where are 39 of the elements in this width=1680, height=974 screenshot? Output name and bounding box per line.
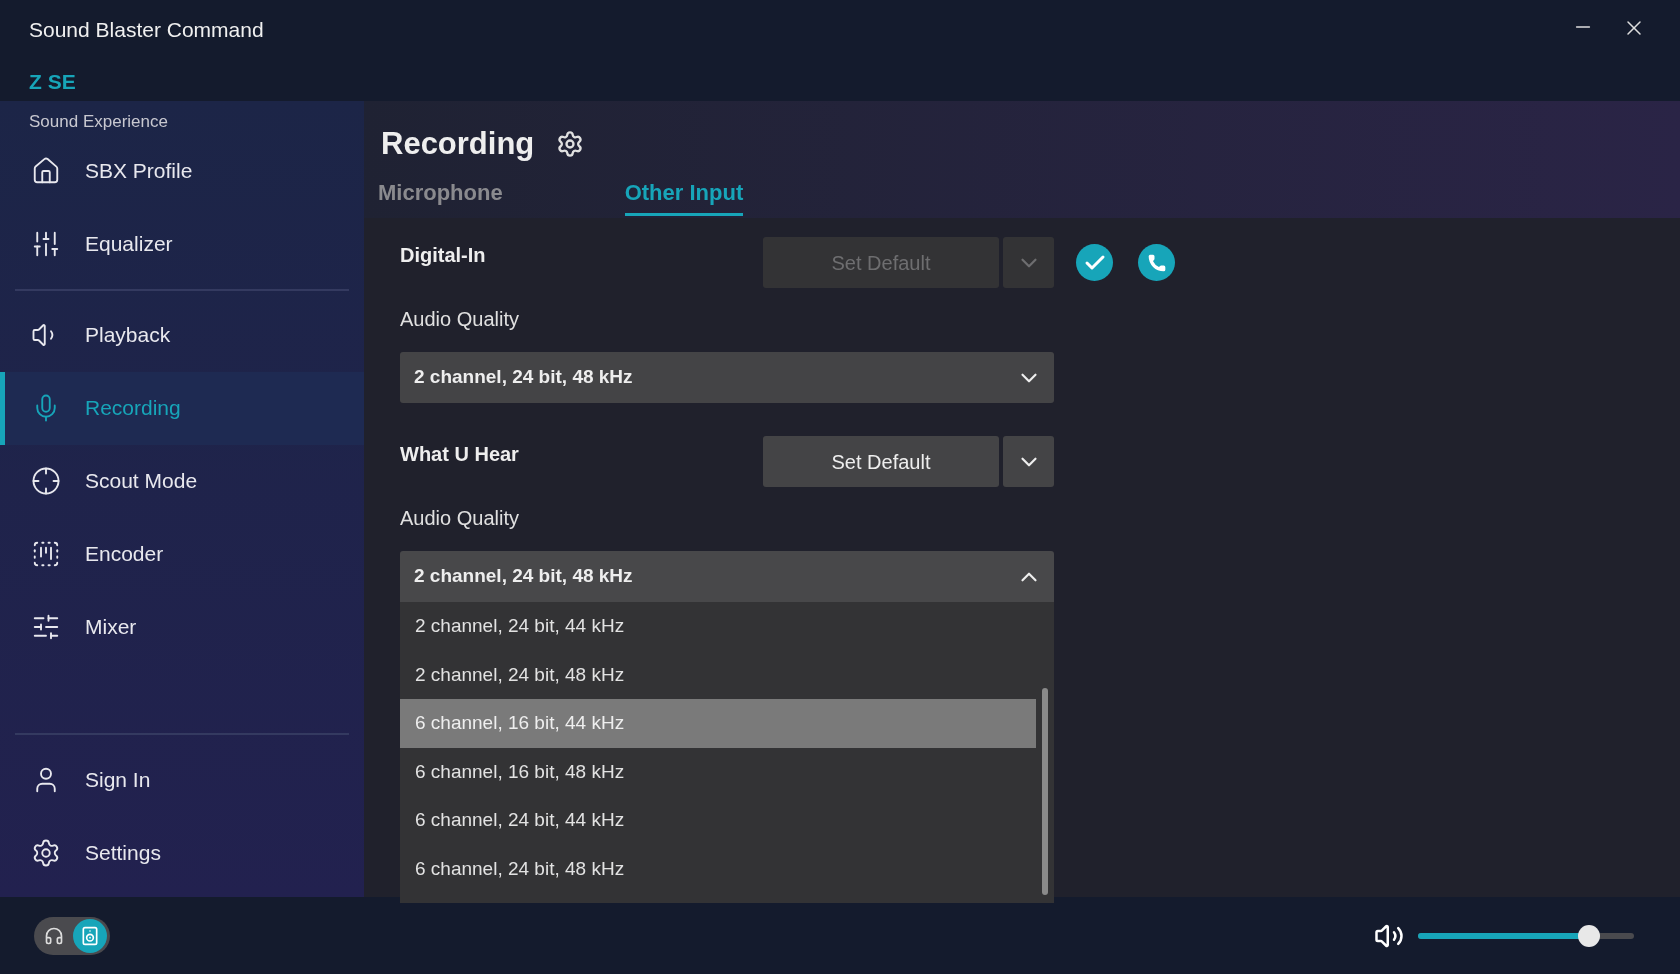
- dropdown-option[interactable]: 6 channel, 16 bit, 48 kHz: [400, 747, 1036, 796]
- output-toggle[interactable]: [34, 916, 110, 955]
- quality-dropdown[interactable]: 2 channel, 24 bit, 48 kHz: [400, 352, 1054, 403]
- volume-slider[interactable]: [1418, 924, 1634, 947]
- sidebar-item[interactable]: Mixer: [0, 590, 364, 664]
- volume-thumb[interactable]: [1577, 924, 1600, 947]
- dropdown-option[interactable]: 2 channel, 24 bit, 48 kHz: [400, 650, 1036, 699]
- device-name: Z SE: [29, 68, 76, 95]
- sidebar-item[interactable]: Sign In: [0, 743, 364, 816]
- tab[interactable]: Microphone: [378, 175, 503, 216]
- device-label: Digital-In: [400, 243, 487, 268]
- app-title: Sound Blaster Command: [29, 17, 264, 43]
- device-label: What U Hear: [400, 442, 520, 467]
- tab[interactable]: Other Input: [624, 175, 744, 216]
- dropdown-option[interactable]: 6 channel, 24 bit, 48 kHz: [400, 844, 1036, 893]
- dropdown-option[interactable]: 2 channel, 24 bit, 44 kHz: [400, 602, 1036, 651]
- dropdown-option[interactable]: 6 channel, 16 bit, 44 kHz: [400, 699, 1036, 748]
- settings-icon: [31, 837, 61, 868]
- audio-quality-label: Audio Quality: [400, 307, 519, 332]
- sidebar-item[interactable]: SBX Profile: [0, 134, 364, 208]
- section-label: Sound Experience: [29, 111, 168, 133]
- sidebar-item[interactable]: Encoder: [0, 517, 364, 591]
- speaker-icon[interactable]: [73, 918, 107, 953]
- quality-dropdown[interactable]: 2 channel, 24 bit, 48 kHz: [400, 551, 1054, 602]
- sidebar-item[interactable]: Settings: [0, 816, 364, 889]
- dropdown-option[interactable]: 6 channel, 24 bit, 44 kHz: [400, 796, 1036, 845]
- encoder-icon: [31, 539, 61, 569]
- sliders-icon: [31, 612, 61, 642]
- sidebar-item[interactable]: Recording: [0, 371, 364, 445]
- sidebar-item[interactable]: Equalizer: [0, 207, 364, 281]
- equalizer-icon: [31, 229, 61, 259]
- sidebar-item[interactable]: Playback: [0, 298, 364, 372]
- home-icon: [31, 156, 61, 186]
- audio-quality-label: Audio Quality: [400, 506, 519, 531]
- sidebar-item[interactable]: Scout Mode: [0, 444, 364, 518]
- crosshair-icon: [31, 466, 61, 496]
- set-default-button[interactable]: Set Default: [763, 436, 999, 487]
- settings-icon[interactable]: [556, 130, 585, 159]
- page-title: Recording: [381, 125, 535, 163]
